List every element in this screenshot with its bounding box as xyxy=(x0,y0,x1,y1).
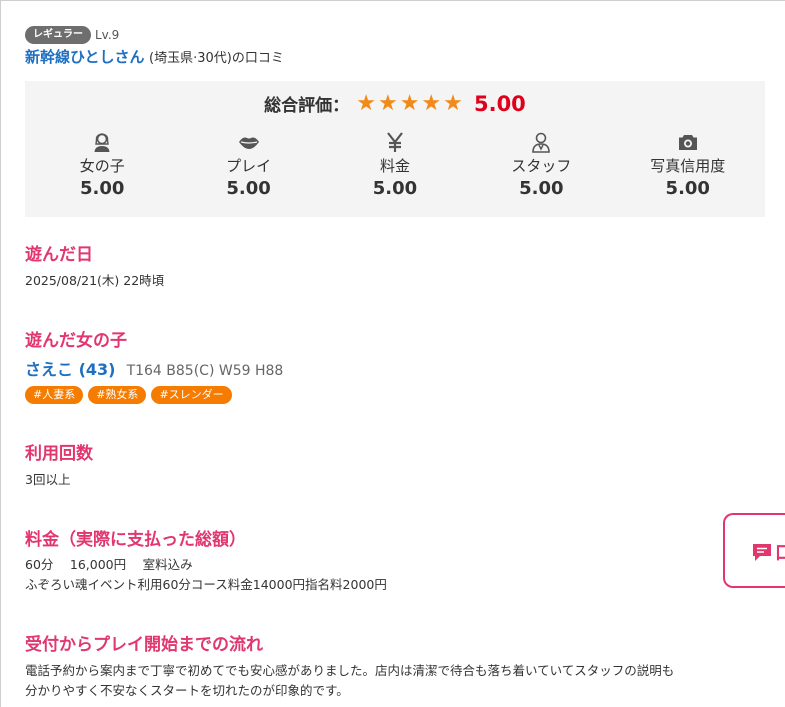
category-score: 5.00 xyxy=(226,178,271,199)
reviewer-name-link[interactable]: 新幹線ひとしさん xyxy=(25,48,145,66)
category-score: 5.00 xyxy=(79,178,125,199)
category-price: 料金 5.00 xyxy=(322,131,468,200)
category-play: プレイ 5.00 xyxy=(175,131,321,200)
tag-chip[interactable]: #人妻系 xyxy=(25,386,84,404)
rating-box: 総合評価： ★★★★★ 5.00 女の子 5.00 プレイ 5.00 料金 5.… xyxy=(25,81,765,217)
visit-date-title: 遊んだ日 xyxy=(25,245,93,265)
floating-review-button[interactable]: 口 xyxy=(723,513,785,588)
category-photo: 写真信用度 5.00 xyxy=(615,131,761,200)
flow-text-line2: 分かりやすく不安なくスタートを切れたのが印象的です。 xyxy=(25,683,349,698)
tag-chip[interactable]: #スレンダー xyxy=(151,386,232,404)
tag-chip[interactable]: #熟女系 xyxy=(88,386,147,404)
category-label: 女の子 xyxy=(79,157,125,175)
category-label: スタッフ xyxy=(511,157,572,175)
flow-text-line1: 電話予約から案内まで丁寧で初めてでも安心感がありました。店内は清潔で待合も落ち着… xyxy=(25,663,675,678)
rank-badge: レギュラー xyxy=(25,26,91,44)
category-ratings: 女の子 5.00 プレイ 5.00 料金 5.00 スタッフ 5.00 写真信用… xyxy=(29,131,761,200)
flow-title: 受付からプレイ開始までの流れ xyxy=(25,635,263,655)
price-title: 料金（実際に支払った総額） xyxy=(25,530,246,550)
category-score: 5.00 xyxy=(519,178,564,199)
camera-icon xyxy=(678,135,697,150)
category-score: 5.00 xyxy=(665,178,710,199)
category-score: 5.00 xyxy=(372,178,418,199)
reviewer-meta: (埼玉県·30代)の口コミ xyxy=(149,51,284,66)
yen-icon xyxy=(387,132,403,152)
girl-icon xyxy=(94,133,110,152)
usage-value: 3回以上 xyxy=(25,472,71,487)
top-border xyxy=(0,0,785,1)
chat-icon xyxy=(753,544,771,561)
price-line: 60分 16,000円 室料込み xyxy=(25,557,193,572)
floating-button-label: 口 xyxy=(775,543,785,564)
overall-label: 総合評価： xyxy=(264,96,350,116)
category-label: 写真信用度 xyxy=(650,157,726,175)
girl-section-title: 遊んだ女の子 xyxy=(25,331,127,351)
girl-tags: #人妻系 #熟女系 #スレンダー xyxy=(25,386,232,404)
girl-stats: T164 B85(C) W59 H88 xyxy=(126,363,284,379)
price-detail: ふぞろい魂イベント利用60分コース料金14000円指名料2000円 xyxy=(25,577,387,592)
category-girl: 女の子 5.00 xyxy=(29,131,175,200)
star-rating: ★★★★★ xyxy=(356,91,465,116)
overall-score: 5.00 xyxy=(473,91,526,116)
category-label: 料金 xyxy=(379,157,410,175)
overall-rating: 総合評価： ★★★★★ 5.00 xyxy=(25,91,765,116)
left-border xyxy=(0,0,1,707)
staff-icon xyxy=(532,132,551,153)
reviewer-rank: レギュラー Lv.9 xyxy=(25,26,119,44)
reviewer-level: Lv.9 xyxy=(95,28,120,42)
reviewer-line: 新幹線ひとしさん (埼玉県·30代)の口コミ xyxy=(25,46,284,67)
category-label: プレイ xyxy=(226,157,272,175)
lips-icon xyxy=(238,137,259,149)
girl-name-link[interactable]: さえこ (43) xyxy=(25,360,115,379)
visit-date-value: 2025/08/21(木) 22時頃 xyxy=(25,273,165,288)
girl-info: さえこ (43) T164 B85(C) W59 H88 xyxy=(25,356,283,380)
usage-title: 利用回数 xyxy=(25,444,93,464)
category-staff: スタッフ 5.00 xyxy=(468,131,614,200)
